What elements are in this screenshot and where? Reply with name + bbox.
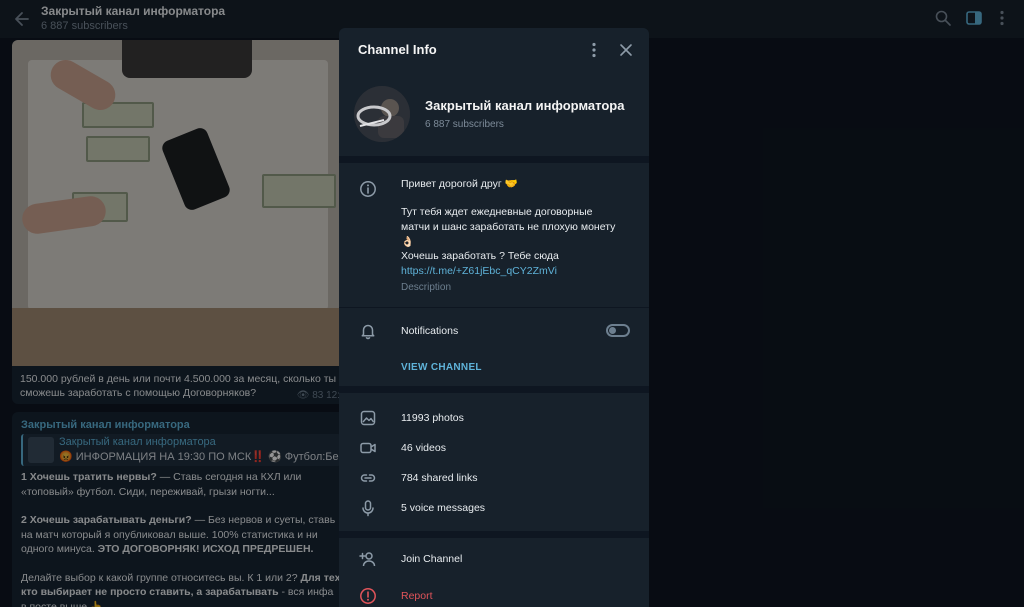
videos-row[interactable]: 46 videos [401,442,446,454]
links-row[interactable]: 784 shared links [401,472,477,484]
invite-link[interactable]: https://t.me/+Z61jEbc_qCY2ZmVi [401,265,557,277]
more-vertical-icon[interactable] [586,41,602,59]
view-channel-button[interactable]: VIEW CHANNEL [401,362,482,373]
close-icon[interactable] [617,41,635,59]
channel-info-panel: Channel Info Закрытый канал информатора … [339,28,649,607]
toggle-knob [609,327,616,334]
description-line: матчи и шанс заработать не плохую монету [401,221,616,233]
row-separator [339,307,649,308]
notifications-toggle[interactable] [606,324,630,337]
notifications-label: Notifications [401,325,459,337]
report-icon [360,588,376,604]
link-icon [360,474,376,482]
report-button[interactable]: Report [401,590,433,602]
description-line: Хочешь заработать ? Тебе сюда [401,250,559,262]
description-caption: Description [401,282,452,293]
description-line: Привет дорогой друг 🤝 [401,178,518,190]
section-divider [339,156,649,163]
channel-name: Закрытый канал информатора [425,98,625,113]
microphone-icon [362,500,374,517]
panel-title: Channel Info [358,42,437,57]
photos-row[interactable]: 11993 photos [401,412,464,424]
bell-icon [361,324,375,340]
channel-subscribers: 6 887 subscribers [425,119,504,130]
section-divider [339,386,649,393]
video-icon [360,442,376,454]
add-user-icon [359,552,376,567]
section-divider [339,531,649,538]
photo-icon [360,410,376,426]
description-line: 👌🏻 [401,236,415,248]
avatar-image [354,86,410,142]
info-icon [360,181,376,197]
telegram-window: Закрытый канал информатора 6 887 subscri… [0,0,1024,607]
voice-row[interactable]: 5 voice messages [401,502,485,514]
description-line: Тут тебя ждет ежедневные договорные [401,206,593,218]
channel-avatar[interactable] [354,86,410,142]
join-channel-button[interactable]: Join Channel [401,553,462,565]
